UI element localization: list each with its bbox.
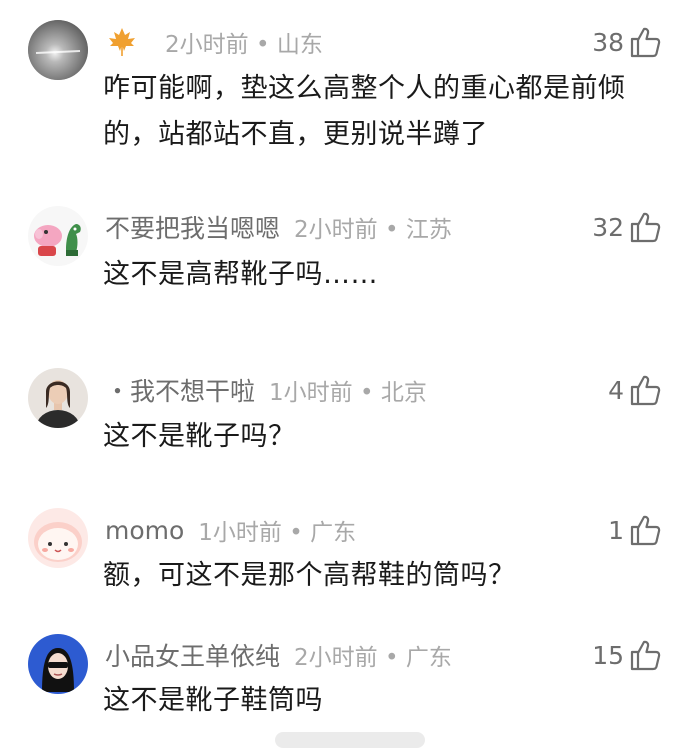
like-count: 15 xyxy=(592,640,624,670)
avatar-image xyxy=(28,206,88,266)
avatar[interactable] xyxy=(28,634,88,694)
like-button[interactable]: 38 xyxy=(592,24,662,60)
like-button[interactable]: 4 xyxy=(608,372,662,408)
timestamp-location: 2小时前 • 山东 xyxy=(165,32,323,58)
avatar-image xyxy=(28,508,88,568)
like-count: 4 xyxy=(608,375,624,405)
comment-text: 这不是高帮靴子吗…… xyxy=(103,259,378,290)
timestamp-location: 2小时前 • 江苏 xyxy=(294,217,452,243)
avatar[interactable] xyxy=(28,508,88,568)
username[interactable]: momo xyxy=(105,516,184,545)
comment-text: 额，可这不是那个高帮鞋的筒吗？ xyxy=(103,560,516,591)
comment-meta: 不要把我当嗯嗯 2小时前 • 江苏 xyxy=(105,209,452,245)
thumbs-up-icon xyxy=(630,515,661,546)
thumbs-up-icon xyxy=(630,212,661,243)
like-count: 32 xyxy=(592,212,624,242)
comment-meta: momo 1小时前 • 广东 xyxy=(105,512,356,548)
like-button[interactable]: 15 xyxy=(592,637,662,673)
comment-text: 这不是靴子吗？ xyxy=(103,421,296,452)
maple-leaf-icon xyxy=(109,28,135,56)
avatar-image xyxy=(28,368,88,428)
thumbs-up-icon xyxy=(630,27,661,58)
watermark xyxy=(275,732,425,748)
comment-item: 不要把我当嗯嗯 2小时前 • 江苏 32 这不是高帮靴子吗…… xyxy=(0,180,690,340)
comment-item: 2小时前 • 山东 38 咋可能啊，垫这么高整个人的重心都是前倾的，站都站不直，… xyxy=(0,0,690,180)
thumbs-up-icon xyxy=(630,640,661,671)
comment-text: 咋可能啊，垫这么高整个人的重心都是前倾的，站都站不直，更别说半蹲了 xyxy=(103,73,626,150)
like-button[interactable]: 32 xyxy=(592,209,662,245)
username[interactable]: ・我不想干啦 xyxy=(105,372,255,408)
comment-text: 这不是靴子鞋筒吗 xyxy=(103,685,323,716)
like-count: 38 xyxy=(592,27,624,57)
timestamp-location: 1小时前 • 广东 xyxy=(198,520,357,546)
comment-meta: 2小时前 • 山东 xyxy=(105,24,323,60)
comment-item: ・我不想干啦 1小时前 • 北京 4 这不是靴子吗？ xyxy=(0,340,690,490)
timestamp-location: 2小时前 • 广东 xyxy=(294,645,452,671)
comment-meta: ・我不想干啦 1小时前 • 北京 xyxy=(105,372,427,408)
username[interactable]: 不要把我当嗯嗯 xyxy=(105,209,280,245)
timestamp-location: 1小时前 • 北京 xyxy=(269,380,427,406)
comment-meta: 小品女王单依纯 2小时前 • 广东 xyxy=(105,637,452,673)
avatar[interactable] xyxy=(28,20,88,80)
thumbs-up-icon xyxy=(630,375,661,406)
avatar-image xyxy=(28,634,88,694)
avatar[interactable] xyxy=(28,206,88,266)
username[interactable]: 小品女王单依纯 xyxy=(105,637,280,673)
avatar-image xyxy=(28,20,88,80)
comment-item: momo 1小时前 • 广东 1 额，可这不是那个高帮鞋的筒吗？ xyxy=(0,490,690,620)
like-count: 1 xyxy=(608,515,624,545)
avatar[interactable] xyxy=(28,368,88,428)
like-button[interactable]: 1 xyxy=(608,512,662,548)
